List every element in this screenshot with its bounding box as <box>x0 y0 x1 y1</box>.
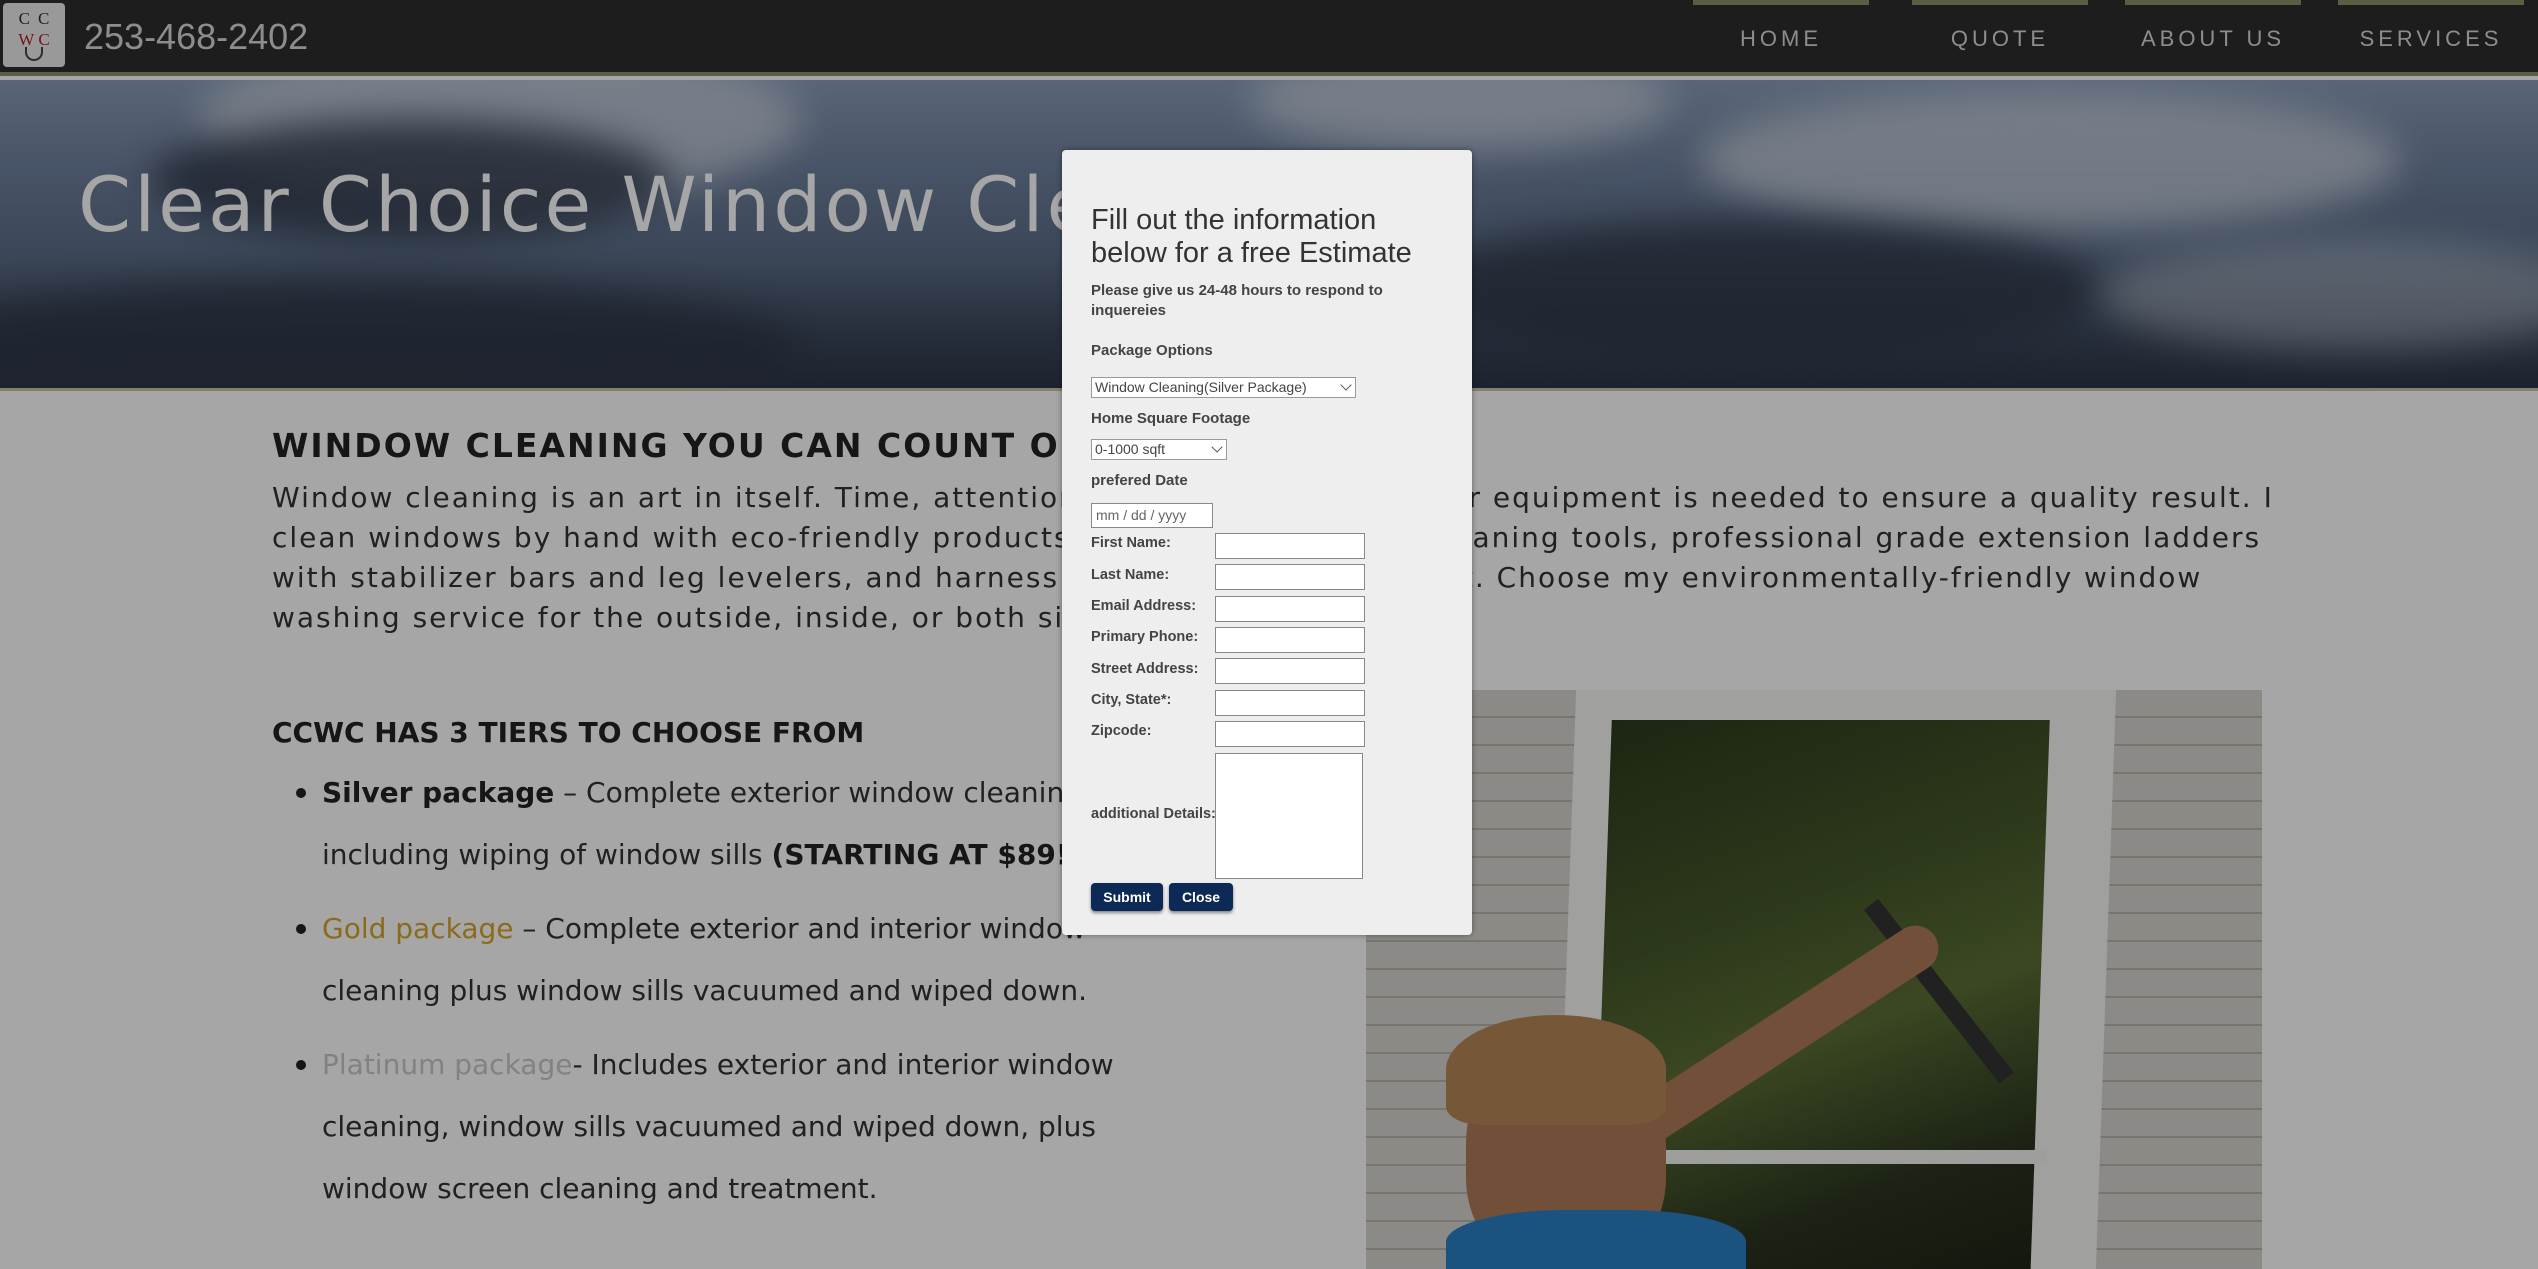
zipcode-label: Zipcode: <box>1091 723 1152 739</box>
package-options-label: Package Options <box>1091 342 1213 359</box>
city-state-label: City, State*: <box>1091 692 1172 708</box>
first-name-field[interactable] <box>1215 533 1365 559</box>
chevron-down-icon <box>1211 441 1223 453</box>
square-footage-label: Home Square Footage <box>1091 410 1251 427</box>
details-label: additional Details: <box>1091 806 1216 822</box>
street-address-field[interactable] <box>1215 658 1365 684</box>
square-footage-select[interactable]: 0-1000 sqft <box>1091 439 1227 460</box>
phone-label: Primary Phone: <box>1091 629 1199 645</box>
submit-button[interactable]: Submit <box>1091 883 1163 911</box>
square-footage-value: 0-1000 sqft <box>1095 441 1166 457</box>
first-name-label: First Name: <box>1091 535 1171 551</box>
preferred-date-label: prefered Date <box>1091 472 1188 489</box>
preferred-date-input[interactable]: mm / dd / yyyy <box>1091 503 1213 528</box>
package-select-value: Window Cleaning(Silver Package) <box>1095 379 1307 395</box>
city-state-field[interactable] <box>1215 690 1365 716</box>
details-textarea[interactable] <box>1215 753 1363 879</box>
estimate-modal: Fill out the information below for a fre… <box>1062 150 1472 935</box>
package-select[interactable]: Window Cleaning(Silver Package) <box>1091 377 1356 398</box>
phone-field[interactable] <box>1215 627 1365 653</box>
last-name-field[interactable] <box>1215 564 1365 590</box>
chevron-down-icon <box>1340 379 1352 391</box>
zipcode-field[interactable] <box>1215 721 1365 747</box>
modal-title: Fill out the information below for a fre… <box>1091 204 1412 269</box>
street-address-label: Street Address: <box>1091 661 1199 677</box>
close-button[interactable]: Close <box>1169 883 1233 911</box>
email-label: Email Address: <box>1091 598 1197 614</box>
last-name-label: Last Name: <box>1091 567 1170 583</box>
modal-subtitle: Please give us 24-48 hours to respond to… <box>1091 282 1383 319</box>
email-field[interactable] <box>1215 596 1365 622</box>
